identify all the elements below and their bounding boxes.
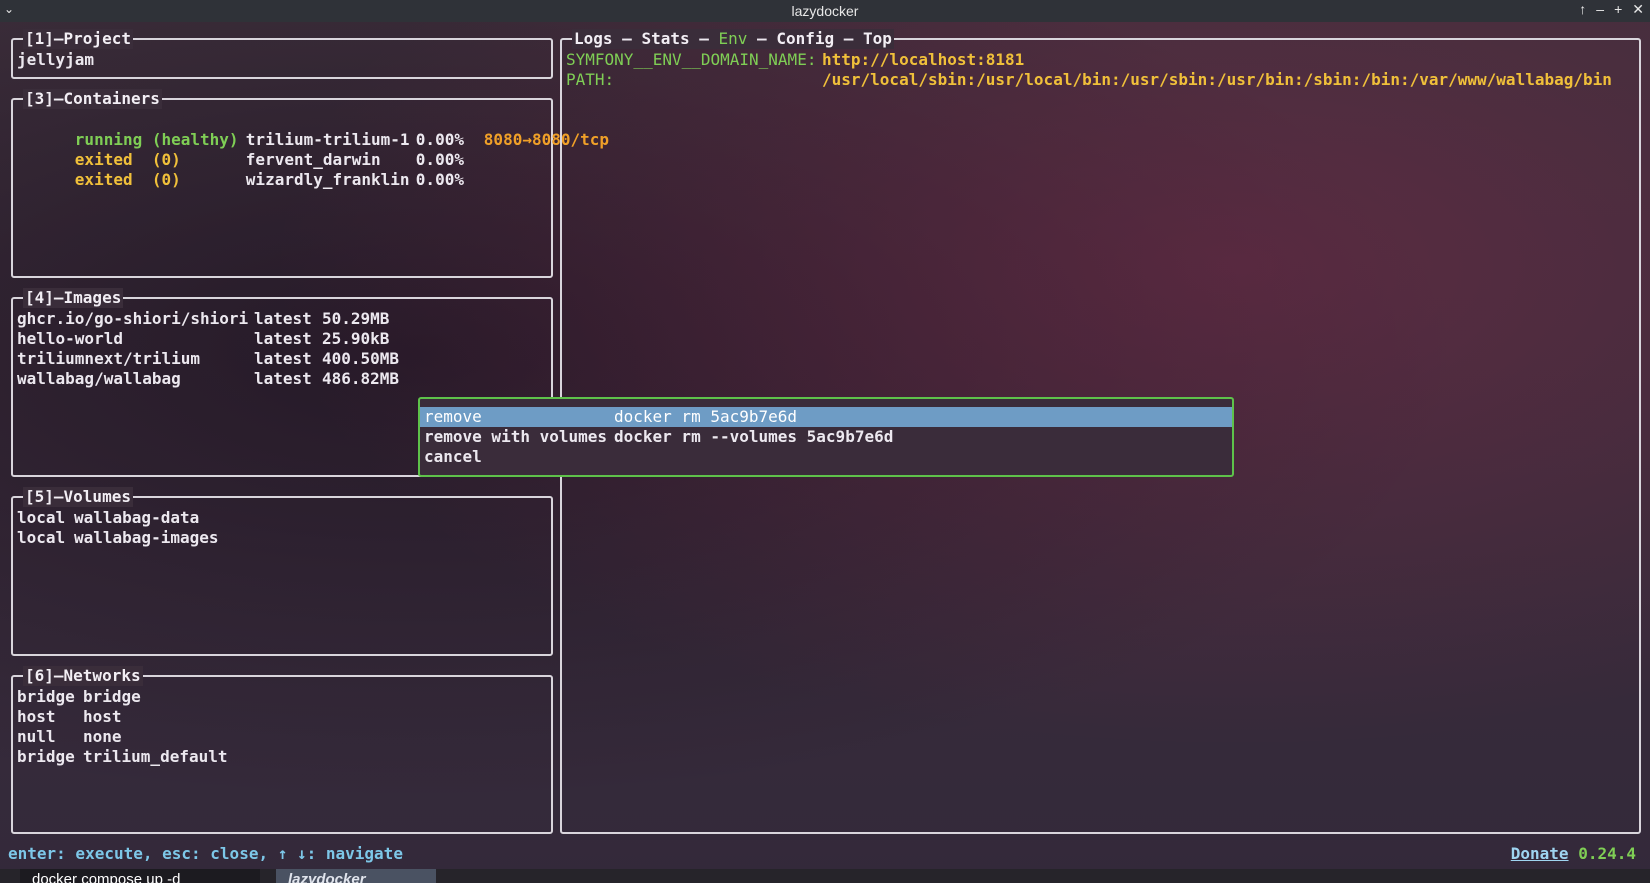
network-driver: bridge [17,687,75,706]
network-name: trilium_default [83,747,228,766]
container-cpu: 0.00% [415,170,464,189]
keep-above-icon[interactable]: ↑ [1579,1,1586,18]
maximize-icon[interactable]: + [1614,1,1622,18]
image-row[interactable]: wallabag/wallabag latest 486.82MB [17,369,547,389]
volume-row[interactable]: local wallabag-data [17,508,547,528]
networks-panel-title: [6]–Networks [23,666,143,686]
network-row[interactable]: null none [17,727,547,747]
image-name: wallabag/wallabag [17,369,181,388]
container-row[interactable]: running (healthy) trilium-trilium-1 0.00% 8… [17,110,609,149]
window-titlebar: ⌄ lazydocker ↑ – + ✕ [0,0,1650,22]
network-driver: null [17,727,56,746]
network-name: none [83,727,122,746]
env-value: http://localhost:8181 [822,50,1025,69]
image-tag: latest [254,309,312,328]
project-panel[interactable]: [1]–Project jellyjam [11,29,553,79]
terminal-tab-bar: docker compose up -d lazydocker [0,869,1650,883]
network-row[interactable]: bridge bridge [17,687,547,707]
close-icon[interactable]: ✕ [1632,1,1644,18]
network-name: bridge [83,687,141,706]
image-size: 25.90kB [322,329,390,348]
tab-stats[interactable]: Stats [641,29,689,48]
env-row: SYMFONY__ENV__DOMAIN_NAME: http://localho… [566,50,1635,70]
network-name: host [83,707,122,726]
container-name: trilium-trilium-1 [245,130,410,149]
tab-env[interactable]: Env [719,29,748,48]
image-row[interactable]: triliumnext/trilium latest 400.50MB [17,349,547,369]
volume-driver: local [17,508,66,527]
main-tabs: Logs – Stats – Env – Config – Top [572,29,894,49]
image-size: 50.29MB [322,309,390,328]
image-name: hello-world [17,329,123,348]
container-name: fervent_darwin [245,150,381,169]
env-value: /usr/local/sbin:/usr/local/bin:/usr/sbin… [822,70,1612,89]
image-tag: latest [254,369,312,388]
image-name: ghcr.io/go-shiori/shiori [17,309,249,328]
status-bar: enter: execute, esc: close, ↑ ↓: navigat… [0,844,1650,864]
network-driver: bridge [17,747,75,766]
image-row[interactable]: hello-world latest 25.90kB [17,329,547,349]
menu-item-cancel[interactable]: cancel [420,447,1232,467]
containers-panel-title: [3]–Containers [23,89,162,109]
image-size: 486.82MB [322,369,400,388]
terminal-tab-active[interactable]: lazydocker [276,869,436,883]
project-panel-title: [1]–Project [23,29,133,49]
confirm-menu: remove docker rm 5ac9b7e6d remove with vo… [418,397,1234,477]
image-name: triliumnext/trilium [17,349,201,368]
image-row[interactable]: ghcr.io/go-shiori/shiori latest 50.29MB [17,309,547,329]
tab-logs[interactable]: Logs [574,29,613,48]
version-label: 0.24.4 [1578,844,1636,863]
project-name[interactable]: jellyjam [17,50,547,70]
donate-link[interactable]: Donate [1511,844,1569,863]
container-status: running (healthy) [74,130,239,149]
env-key: PATH: [566,70,615,89]
container-status: exited (0) [74,170,181,189]
volumes-panel-title: [5]–Volumes [23,487,133,507]
env-row: PATH: /usr/local/sbin:/usr/local/bin:/usr… [566,70,1635,90]
image-tag: latest [254,329,312,348]
keybinding-hint: enter: execute, esc: close, ↑ ↓: navigat… [8,844,403,863]
image-tag: latest [254,349,312,368]
chevron-down-icon[interactable]: ⌄ [4,2,14,16]
images-panel-title: [4]–Images [23,288,124,308]
menu-item-remove[interactable]: remove docker rm 5ac9b7e6d [420,407,1232,427]
terminal-tab[interactable]: docker compose up -d [20,869,260,883]
container-name: wizardly_franklin [245,170,410,189]
containers-panel[interactable]: [3]–Containers running (healthy) trilium-… [11,89,609,278]
volume-row[interactable]: local wallabag-images [17,528,547,548]
image-size: 400.50MB [322,349,400,368]
container-cpu: 0.00% [415,130,464,149]
env-key: SYMFONY__ENV__DOMAIN_NAME: [566,50,817,69]
container-cpu: 0.00% [415,150,464,169]
network-driver: host [17,707,56,726]
tab-top[interactable]: Top [863,29,892,48]
minimize-icon[interactable]: – [1596,1,1604,18]
window-title: lazydocker [791,3,859,19]
volumes-panel[interactable]: [5]–Volumes local wallabag-data local wall… [11,487,553,656]
tab-config[interactable]: Config [776,29,834,48]
menu-item-remove-with-volumes[interactable]: remove with volumes docker rm --volumes 5… [420,427,1232,447]
volume-name: wallabag-images [74,528,219,547]
container-status: exited (0) [74,150,181,169]
window-controls: ↑ – + ✕ [1579,1,1644,18]
volume-driver: local [17,528,66,547]
network-row[interactable]: bridge trilium_default [17,747,547,767]
networks-panel[interactable]: [6]–Networks bridge bridge host host null n… [11,666,553,834]
network-row[interactable]: host host [17,707,547,727]
volume-name: wallabag-data [74,508,200,527]
